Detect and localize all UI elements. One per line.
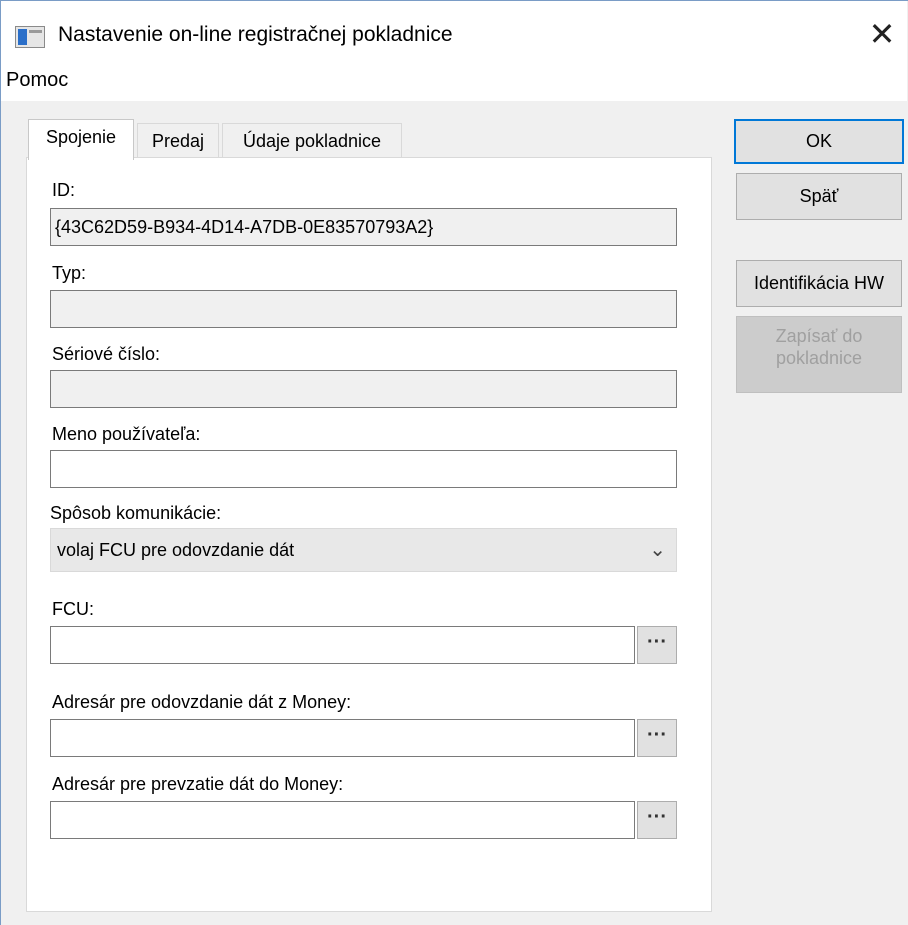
id-label: ID: [52, 180, 76, 200]
id-field[interactable]: {43C62D59-B934-4D14-A7DB-0E83570793A2} [50, 208, 677, 246]
app-icon-blue-pane [18, 29, 27, 45]
comm-label: Spôsob komunikácie: [50, 503, 222, 523]
menu-item-pomoc[interactable]: Pomoc [6, 69, 68, 92]
tab-predaj[interactable]: Predaj [137, 123, 219, 159]
import-dir-field[interactable] [50, 801, 635, 839]
write-button-line1: Zapísať do [775, 326, 863, 346]
ok-button[interactable]: OK [734, 119, 904, 164]
title-bar: Nastavenie on-line registračnej pokladni… [1, 1, 907, 61]
ellipsis-icon: ··· [647, 724, 667, 746]
menu-bar: Pomoc [1, 61, 907, 101]
fcu-browse-button[interactable]: ··· [637, 626, 677, 664]
serial-label: Sériové číslo: [52, 344, 161, 364]
identify-hw-button[interactable]: Identifikácia HW [736, 260, 902, 307]
fcu-label: FCU: [52, 599, 94, 619]
app-icon-title-strip [29, 30, 42, 33]
app-window-icon [15, 26, 45, 48]
user-label: Meno používateľa: [52, 424, 201, 444]
tab-udaje-pokladnice[interactable]: Údaje pokladnice [222, 123, 402, 159]
comm-select[interactable]: volaj FCU pre odovzdanie dát ⌄ [50, 528, 677, 572]
write-button-line2: pokladnice [775, 348, 863, 368]
export-dir-label: Adresár pre odovzdanie dát z Money: [52, 692, 352, 712]
dialog-window: Nastavenie on-line registračnej pokladni… [0, 0, 908, 925]
close-icon[interactable]: ✕ [859, 11, 905, 57]
ellipsis-icon: ··· [647, 806, 667, 828]
ellipsis-icon: ··· [647, 631, 667, 653]
fcu-field[interactable] [50, 626, 635, 664]
tab-spojenie[interactable]: Spojenie [28, 119, 134, 160]
chevron-down-icon: ⌄ [649, 539, 666, 561]
comm-select-value: volaj FCU pre odovzdanie dát [57, 540, 295, 560]
export-dir-field[interactable] [50, 719, 635, 757]
typ-field[interactable] [50, 290, 677, 328]
back-button[interactable]: Späť [736, 173, 902, 220]
window-title: Nastavenie on-line registračnej pokladni… [58, 23, 453, 46]
user-field[interactable] [50, 450, 677, 488]
import-dir-label: Adresár pre prevzatie dát do Money: [52, 774, 344, 794]
import-dir-browse-button[interactable]: ··· [637, 801, 677, 839]
write-to-register-button[interactable]: Zapísať do pokladnice [736, 316, 902, 393]
export-dir-browse-button[interactable]: ··· [637, 719, 677, 757]
serial-field[interactable] [50, 370, 677, 408]
typ-label: Typ: [52, 263, 87, 283]
